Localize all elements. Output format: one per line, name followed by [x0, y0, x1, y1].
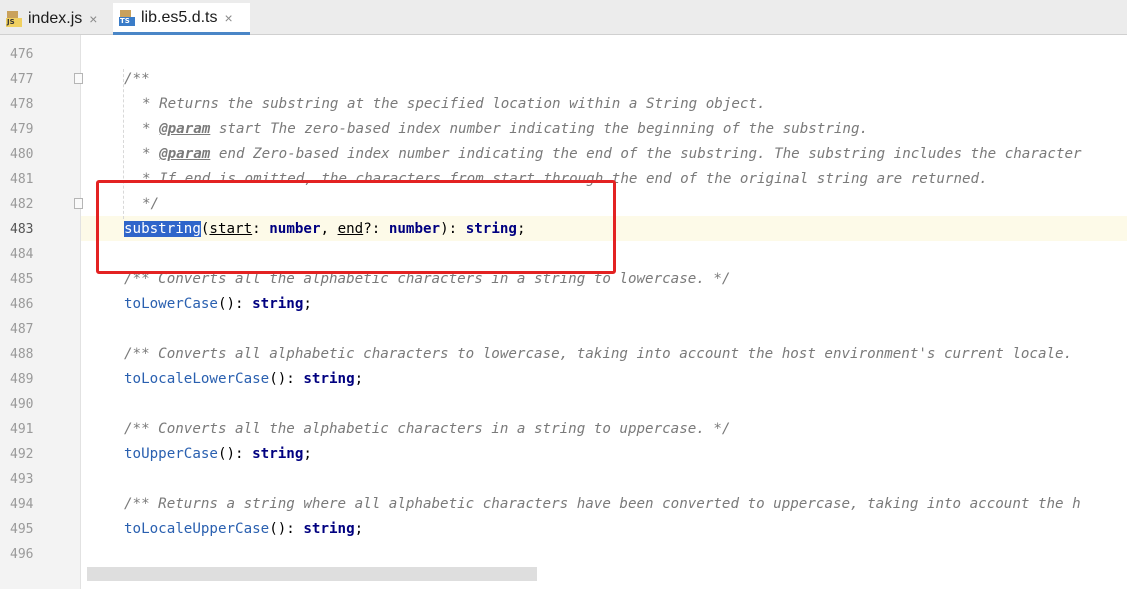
code-line-478: * Returns the substring at the specified…: [142, 96, 766, 112]
method-name: toLowerCase: [124, 296, 218, 312]
code-editor[interactable]: /** * Returns the substring at the speci…: [81, 35, 1127, 589]
line-number: 489: [10, 372, 34, 387]
line-number: 494: [10, 497, 34, 512]
js-file-icon: JS: [6, 11, 22, 27]
line-number: 479: [10, 122, 34, 137]
highlight-annotation-box: [96, 180, 616, 274]
line-number: 482: [10, 197, 34, 212]
code-line-489: toLocaleLowerCase(): string;: [124, 371, 364, 387]
line-number: 485: [10, 272, 34, 287]
line-number: 484: [10, 247, 34, 262]
horizontal-scrollbar-thumb[interactable]: [87, 567, 537, 581]
ts-file-icon: TS: [119, 9, 135, 26]
line-number: 490: [10, 397, 34, 412]
line-number: 492: [10, 447, 34, 462]
type-keyword: string: [303, 371, 355, 387]
line-number: 493: [10, 472, 34, 487]
close-icon[interactable]: ×: [224, 10, 232, 26]
line-number: 476: [10, 47, 34, 62]
tab-label: index.js: [28, 10, 83, 27]
line-number: 496: [10, 547, 34, 562]
code-line-495: toLocaleUpperCase(): string;: [124, 521, 364, 537]
code-line-494: /** Returns a string where all alphabeti…: [124, 496, 1081, 512]
tab-lib-es5-d-ts[interactable]: TS lib.es5.d.ts ×: [113, 3, 250, 35]
line-number: 481: [10, 172, 34, 187]
tab-index-js[interactable]: JS index.js ×: [0, 3, 110, 35]
line-number: 488: [10, 347, 34, 362]
code-line-477: /**: [124, 71, 150, 87]
close-icon[interactable]: ×: [89, 11, 97, 27]
code-line-486: toLowerCase(): string;: [124, 296, 312, 312]
line-number: 480: [10, 147, 34, 162]
tab-label: lib.es5.d.ts: [141, 8, 218, 26]
jsdoc-param-tag: @param: [159, 121, 211, 137]
line-number: 478: [10, 97, 34, 112]
code-line-480: * @param end Zero-based index number ind…: [142, 146, 1082, 162]
jsdoc-text: start The zero-based index number indica…: [210, 121, 869, 137]
method-name: toLocaleLowerCase: [124, 371, 270, 387]
editor-tab-bar: JS index.js × TS lib.es5.d.ts ×: [0, 0, 1127, 35]
type-keyword: string: [252, 296, 304, 312]
type-keyword: string: [252, 446, 304, 462]
jsdoc-text: end Zero-based index number indicating t…: [210, 146, 1082, 162]
code-line-479: * @param start The zero-based index numb…: [142, 121, 869, 137]
line-number: 491: [10, 422, 34, 437]
method-name: toUpperCase: [124, 446, 218, 462]
line-number: 486: [10, 297, 34, 312]
line-number-gutter[interactable]: 476 477 478 479 480 481 482 483 484 485 …: [0, 35, 83, 589]
type-keyword: string: [303, 521, 355, 537]
jsdoc-param-tag: @param: [159, 146, 211, 162]
line-number: 487: [10, 322, 34, 337]
code-line-492: toUpperCase(): string;: [124, 446, 312, 462]
line-number: 477: [10, 72, 34, 87]
line-number: 483: [10, 222, 34, 237]
method-name: toLocaleUpperCase: [124, 521, 270, 537]
line-number: 495: [10, 522, 34, 537]
code-line-488: /** Converts all alphabetic characters t…: [124, 346, 1073, 362]
code-line-491: /** Converts all the alphabetic characte…: [124, 421, 731, 437]
